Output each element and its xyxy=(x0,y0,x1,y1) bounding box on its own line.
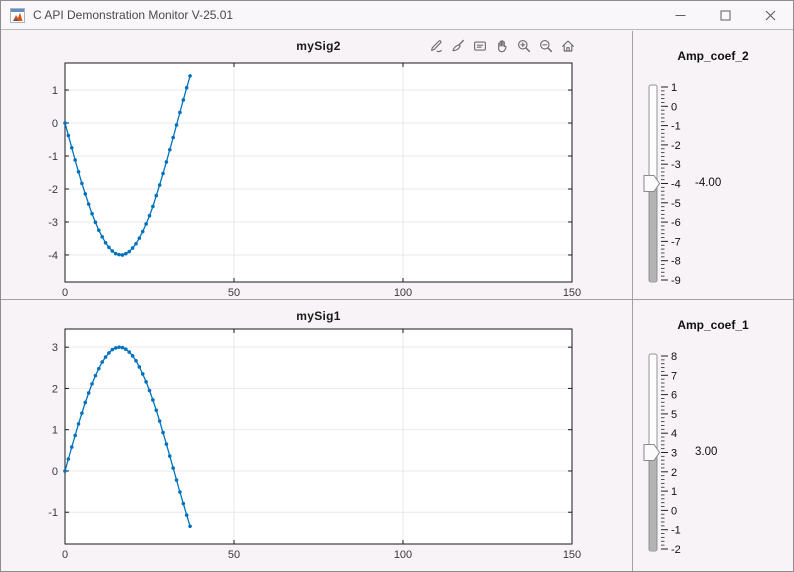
svg-text:-1: -1 xyxy=(48,151,58,163)
svg-text:-3: -3 xyxy=(48,217,58,229)
matlab-app-icon xyxy=(10,7,25,23)
amp-coef-1-slider[interactable]: 8 7 6 5 4 3 2 1 0 -1 -2 xyxy=(633,300,793,572)
svg-text:3: 3 xyxy=(671,448,677,460)
close-button[interactable] xyxy=(748,1,793,29)
svg-text:-4: -4 xyxy=(48,250,58,262)
mysig1-axes[interactable]: 0 50 100 150 3 2 1 0 -1 xyxy=(1,300,632,572)
amp-coef-2-slider[interactable]: 1 0 -1 -2 -3 -4 -5 -6 -7 -8 -9 xyxy=(633,31,793,299)
svg-text:2: 2 xyxy=(671,467,677,479)
matlab-membrane-glyph xyxy=(13,12,23,21)
svg-text:0: 0 xyxy=(671,101,677,113)
svg-text:-1: -1 xyxy=(48,507,58,519)
svg-text:-4: -4 xyxy=(671,179,681,191)
app-window: C API Demonstration Monitor V-25.01 mySi… xyxy=(0,0,794,572)
minimize-button[interactable] xyxy=(658,1,703,29)
minimize-icon xyxy=(675,14,686,16)
svg-text:6: 6 xyxy=(671,390,677,402)
panel-amp-coef-2: Amp_coef_2 1 0 -1 -2 -3 -4 -5 -6 -7 -8 -9 -4.00 xyxy=(633,31,793,299)
svg-text:4: 4 xyxy=(671,428,677,440)
svg-text:100: 100 xyxy=(394,549,412,561)
svg-text:-9: -9 xyxy=(671,275,681,287)
svg-text:1: 1 xyxy=(52,85,58,97)
svg-text:-2: -2 xyxy=(48,184,58,196)
svg-text:-6: -6 xyxy=(671,217,681,229)
svg-text:-1: -1 xyxy=(671,525,681,537)
titlebar: C API Demonstration Monitor V-25.01 xyxy=(1,1,793,30)
svg-text:-7: -7 xyxy=(671,236,681,248)
amp-coef-2-value: -4.00 xyxy=(695,177,722,189)
panel-mysig1: mySig1 0 50 100 150 3 2 1 0 -1 xyxy=(1,300,632,572)
window-title: C API Demonstration Monitor V-25.01 xyxy=(33,8,234,22)
svg-text:0: 0 xyxy=(62,549,68,561)
svg-text:-3: -3 xyxy=(671,159,681,171)
svg-text:-1: -1 xyxy=(671,121,681,133)
svg-text:0: 0 xyxy=(671,505,677,517)
svg-text:-2: -2 xyxy=(671,140,681,152)
panel-amp-coef-1: Amp_coef_1 8 7 6 5 4 3 2 1 0 -1 -2 3.00 xyxy=(633,300,793,572)
svg-text:-2: -2 xyxy=(671,544,681,556)
svg-text:2: 2 xyxy=(52,383,58,395)
panel-mysig2: mySig2 0 50 100 150 1 0 -1 -2 -3 -4 xyxy=(1,31,632,299)
svg-text:0: 0 xyxy=(52,466,58,478)
svg-text:8: 8 xyxy=(671,351,677,363)
svg-text:50: 50 xyxy=(228,549,240,561)
svg-text:1: 1 xyxy=(671,486,677,498)
window-controls xyxy=(658,1,793,29)
maximize-button[interactable] xyxy=(703,1,748,29)
svg-text:50: 50 xyxy=(228,287,240,299)
svg-text:150: 150 xyxy=(563,287,581,299)
amp-coef-1-value: 3.00 xyxy=(695,446,718,458)
svg-text:-5: -5 xyxy=(671,198,681,210)
svg-text:3: 3 xyxy=(52,342,58,354)
svg-text:0: 0 xyxy=(62,287,68,299)
svg-text:1: 1 xyxy=(52,425,58,437)
svg-text:100: 100 xyxy=(394,287,412,299)
close-icon xyxy=(765,10,776,20)
svg-text:0: 0 xyxy=(52,118,58,130)
svg-text:150: 150 xyxy=(563,549,581,561)
maximize-icon xyxy=(720,10,731,20)
svg-text:-8: -8 xyxy=(671,256,681,268)
svg-text:7: 7 xyxy=(671,370,677,382)
mysig2-axes[interactable]: 0 50 100 150 1 0 -1 -2 -3 -4 xyxy=(1,31,632,299)
svg-text:1: 1 xyxy=(671,82,677,94)
svg-text:5: 5 xyxy=(671,409,677,421)
figure-content: mySig2 0 50 100 150 1 0 -1 -2 -3 -4 Amp_… xyxy=(1,31,793,572)
